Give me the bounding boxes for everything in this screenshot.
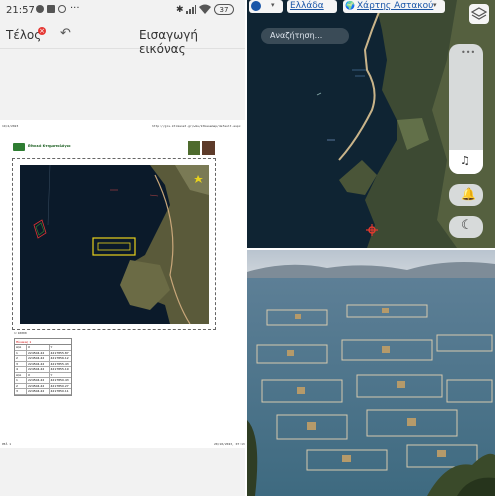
table-cell: 224504.42 <box>26 389 49 394</box>
search-input[interactable]: Αναζήτηση... <box>261 28 349 44</box>
table-cell: A/A <box>16 345 22 349</box>
table-cell: Y <box>48 372 72 377</box>
table-cell: 224504.42 <box>26 361 49 366</box>
doc-header-right: http://gis.ktimanet.gr/wms/ktbasemap/def… <box>152 124 241 128</box>
org-name: Εθνικό Κτηματολόγιο <box>28 144 71 148</box>
slider-fill: ♫ <box>449 150 483 174</box>
coordinates-table: Πίνακας 1 A/A X Y 1 224504.42 4217855.87 2 2245… <box>14 338 72 396</box>
doc-footer-left: σελ 1 <box>2 442 12 446</box>
table-cell: X <box>26 345 49 350</box>
agency-logo-icon <box>202 141 215 155</box>
table-cell: 224504.42 <box>26 378 49 383</box>
layers-icon <box>470 7 488 20</box>
notification-toggle[interactable]: 🔔 <box>449 184 483 206</box>
signal-icon <box>186 5 196 14</box>
doc-footer-right: 20/10/2023, 07:13 <box>214 442 245 446</box>
seal-logo-icon <box>188 141 200 155</box>
table-cell: 4217850.11 <box>48 389 72 394</box>
layers-button[interactable] <box>469 4 489 24</box>
table-cell: X <box>26 372 49 377</box>
map-app-screen: ▾ Ελλάδα 🌍 Χάρτης Αστακού ▾ Αναζήτηση...… <box>247 0 495 248</box>
globe-button[interactable]: ▾ <box>249 0 283 13</box>
region-select[interactable]: Ελλάδα <box>287 0 337 13</box>
fish-farm-photo <box>247 250 495 496</box>
table-row: 3 224504.42 4217850.11 <box>15 389 71 395</box>
table-cell: 224504.42 <box>26 356 49 361</box>
status-time: 21:57 <box>6 5 35 16</box>
doc-header-left: 19/4/2023 <box>2 124 19 128</box>
document-page: 19/4/2023 http://gis.ktimanet.gr/wms/ktb… <box>0 120 245 448</box>
layer-globe-icon: 🌍 <box>345 1 355 10</box>
chevron-down-icon: ▾ <box>271 1 275 9</box>
table-cell: A/A <box>16 372 22 377</box>
table-cell: 1 <box>16 378 18 382</box>
table-cell: 4217855.43 <box>48 361 72 366</box>
globe-icon <box>251 1 261 11</box>
table-cell: 2 <box>16 383 18 388</box>
table-cell: 2 <box>16 356 18 360</box>
close-badge-icon: × <box>38 27 46 35</box>
table-cell: 3 <box>16 389 18 393</box>
table-body: A/A X Y 1 224504.42 4217855.87 2 224504.42 42178… <box>15 345 71 395</box>
wifi-icon <box>199 4 211 14</box>
phone-screen-left: 21:57 ··· ✱ 37 Τέλος × ↶ Εισαγωγή εικόνα… <box>0 0 245 496</box>
editor-toolbar: Τέλος × ↶ Εισαγωγή εικόνας <box>0 22 245 56</box>
table-cell: Y <box>48 345 72 350</box>
map-topbar: ▾ Ελλάδα 🌍 Χάρτης Αστακού ▾ <box>247 0 495 24</box>
org-logo-icon <box>13 143 25 151</box>
table-cell: 4217856.12 <box>48 356 72 361</box>
undo-icon[interactable]: ↶ <box>60 26 71 41</box>
handle-dots-icon: ••• <box>461 48 476 57</box>
search-placeholder: Αναζήτηση... <box>270 31 323 40</box>
done-button[interactable]: Τέλος <box>6 28 41 42</box>
moon-icon: ☾ <box>461 218 473 233</box>
status-bar: 21:57 ··· ✱ 37 <box>0 0 245 22</box>
bell-icon: 🔔 <box>461 187 476 201</box>
battery-indicator: 37 <box>214 4 234 15</box>
table-cell: 224504.42 <box>26 367 49 372</box>
chevron-down-icon: ▾ <box>433 1 437 9</box>
music-icon: ♫ <box>460 154 470 167</box>
region-label: Ελλάδα <box>290 1 324 11</box>
table-cell: 4217850.43 <box>48 378 72 383</box>
satellite-map-image <box>20 165 209 324</box>
dark-mode-toggle[interactable]: ☾ <box>449 216 483 238</box>
more-notifications: ··· <box>70 3 80 14</box>
editor-title: Εισαγωγή εικόνας <box>139 28 199 56</box>
table-cell: 4217855.19 <box>48 367 72 372</box>
table-cell: 1 <box>16 350 18 355</box>
table-cell: 4217850.27 <box>48 383 72 388</box>
scale-text: 1:10000 <box>14 331 27 335</box>
layer-select[interactable]: 🌍 Χάρτης Αστακού ▾ <box>343 0 445 13</box>
table-cell: 4 <box>16 367 18 371</box>
cloud-icon <box>36 5 44 13</box>
table-cell: 3 <box>16 361 18 366</box>
app-notification-icon <box>58 5 66 13</box>
bluetooth-icon: ✱ <box>176 5 184 15</box>
layer-label: Χάρτης Αστακού <box>357 1 434 11</box>
audio-slider[interactable]: ••• ♫ <box>449 44 483 174</box>
table-cell: 4217855.87 <box>48 350 72 355</box>
message-icon <box>47 5 55 13</box>
table-cell: 224504.42 <box>26 383 49 388</box>
table-cell: 224504.42 <box>26 350 49 355</box>
